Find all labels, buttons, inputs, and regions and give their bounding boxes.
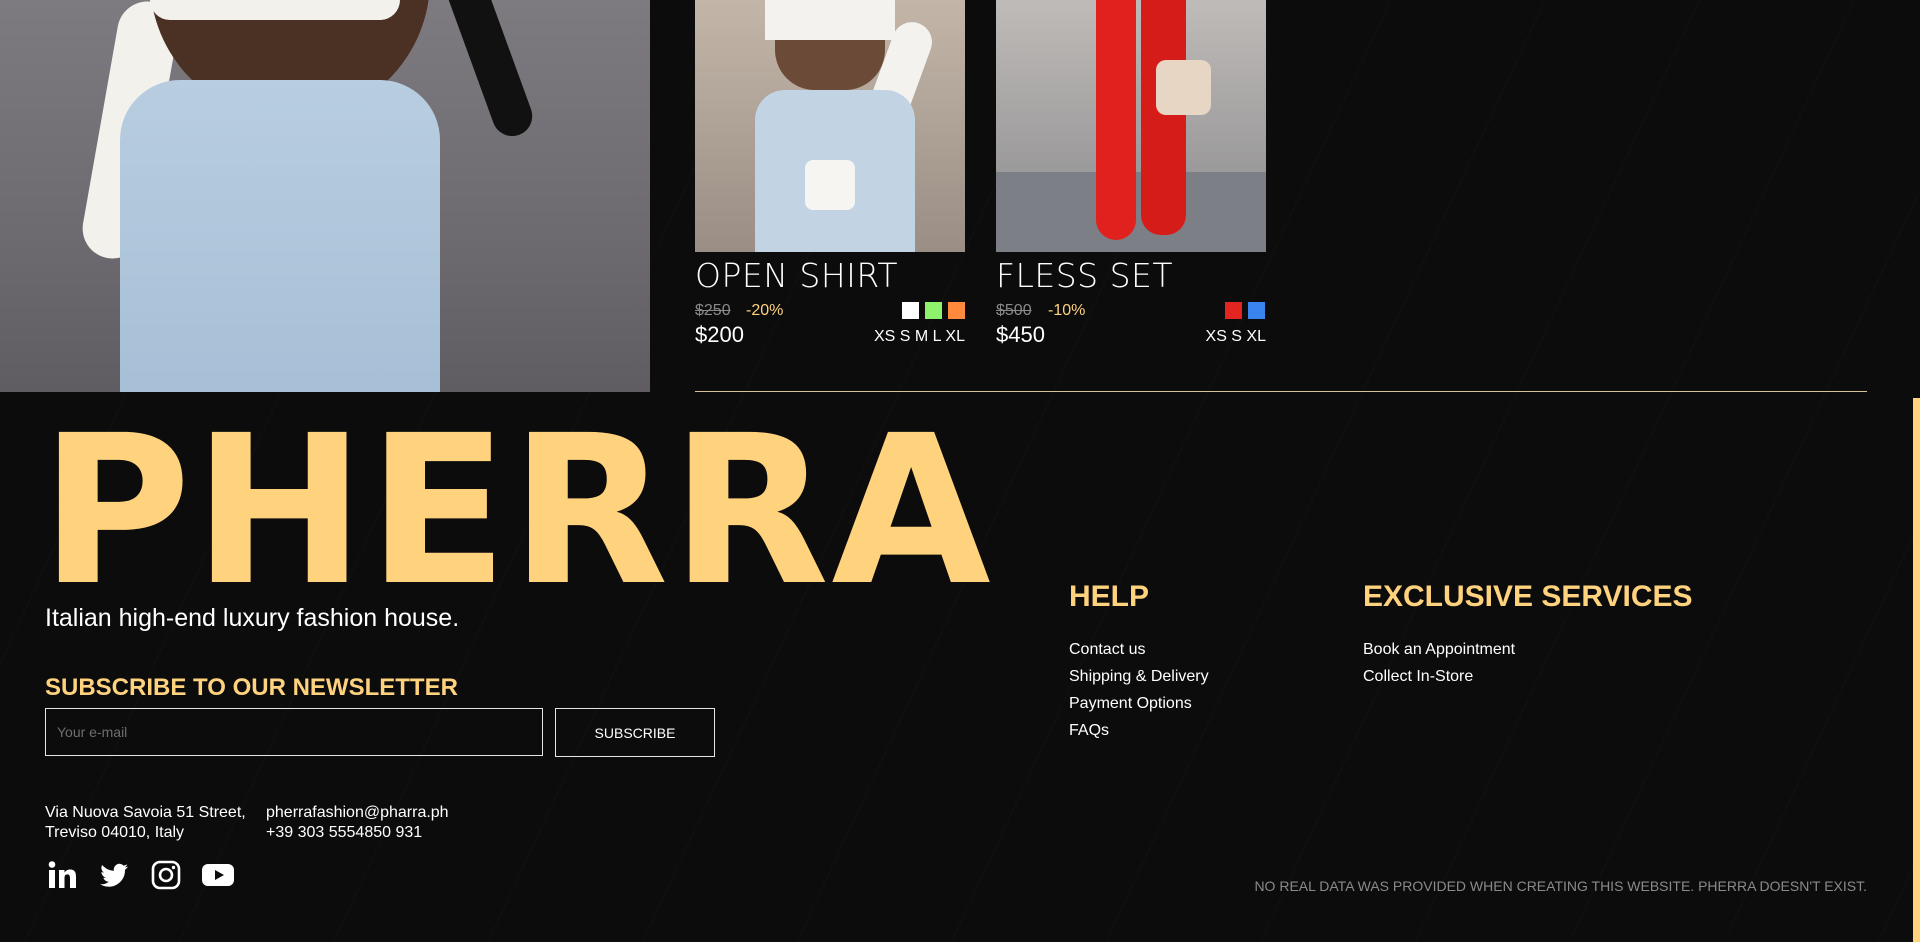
address-block: Via Nuova Savoia 51 Street, Treviso 0401… <box>45 803 246 843</box>
services-links: Book an Appointment Collect In-Store <box>1363 640 1515 694</box>
brand-tagline: Italian high-end luxury fashion house. <box>45 604 460 632</box>
social-links <box>45 858 235 892</box>
scroll-accent-bar <box>1913 398 1920 942</box>
product-price: $200 <box>695 322 744 347</box>
address-line: Treviso 04010, Italy <box>45 824 185 841</box>
product-sizes: XS S XL <box>1205 328 1266 345</box>
help-title: HELP <box>1069 580 1150 613</box>
subscribe-button[interactable]: SUBSCRIBE <box>555 708 715 757</box>
help-link-contact[interactable]: Contact us <box>1069 640 1209 667</box>
product-sizes: XS S M L XL <box>874 328 965 345</box>
email-input[interactable] <box>45 708 543 756</box>
product-name[interactable]: OPEN SHIRT <box>695 256 898 295</box>
contact-email[interactable]: pherrafashion@pharra.ph <box>266 803 449 823</box>
hero-image <box>0 0 650 392</box>
color-swatch-orange[interactable] <box>948 302 965 319</box>
help-link-faqs[interactable]: FAQs <box>1069 721 1209 748</box>
twitter-icon[interactable] <box>97 858 131 892</box>
product-name[interactable]: FLESS SET <box>996 256 1173 295</box>
product-image-open-shirt[interactable] <box>695 0 965 252</box>
newsletter-title: SUBSCRIBE TO OUR NEWSLETTER <box>45 674 458 701</box>
services-link-appointment[interactable]: Book an Appointment <box>1363 640 1515 667</box>
color-swatch-blue[interactable] <box>1248 302 1265 319</box>
product-price: $450 <box>996 322 1045 347</box>
address-line: Via Nuova Savoia 51 Street, <box>45 804 246 821</box>
color-swatch-green[interactable] <box>925 302 942 319</box>
brand-logo: PHERRA <box>40 391 993 631</box>
color-swatch-red[interactable] <box>1225 302 1242 319</box>
services-title: EXCLUSIVE SERVICES <box>1363 580 1693 613</box>
product-old-price: $500 <box>996 302 1032 319</box>
product-discount: -10% <box>1048 302 1086 319</box>
color-swatch-white[interactable] <box>902 302 919 319</box>
color-swatches <box>902 302 965 319</box>
product-discount: -20% <box>746 302 784 319</box>
youtube-icon[interactable] <box>201 858 235 892</box>
services-link-collect[interactable]: Collect In-Store <box>1363 667 1515 694</box>
help-links: Contact us Shipping & Delivery Payment O… <box>1069 640 1209 748</box>
help-link-payment[interactable]: Payment Options <box>1069 694 1209 721</box>
contact-phone[interactable]: +39 303 5554850 931 <box>266 823 449 843</box>
instagram-icon[interactable] <box>149 858 183 892</box>
disclaimer-text: NO REAL DATA WAS PROVIDED WHEN CREATING … <box>1254 878 1867 894</box>
linkedin-icon[interactable] <box>45 858 79 892</box>
product-image-fless-set[interactable] <box>996 0 1266 252</box>
help-link-shipping[interactable]: Shipping & Delivery <box>1069 667 1209 694</box>
contact-block: pherrafashion@pharra.ph +39 303 5554850 … <box>266 803 449 843</box>
product-old-price: $250 <box>695 302 731 319</box>
color-swatches <box>1225 302 1265 319</box>
